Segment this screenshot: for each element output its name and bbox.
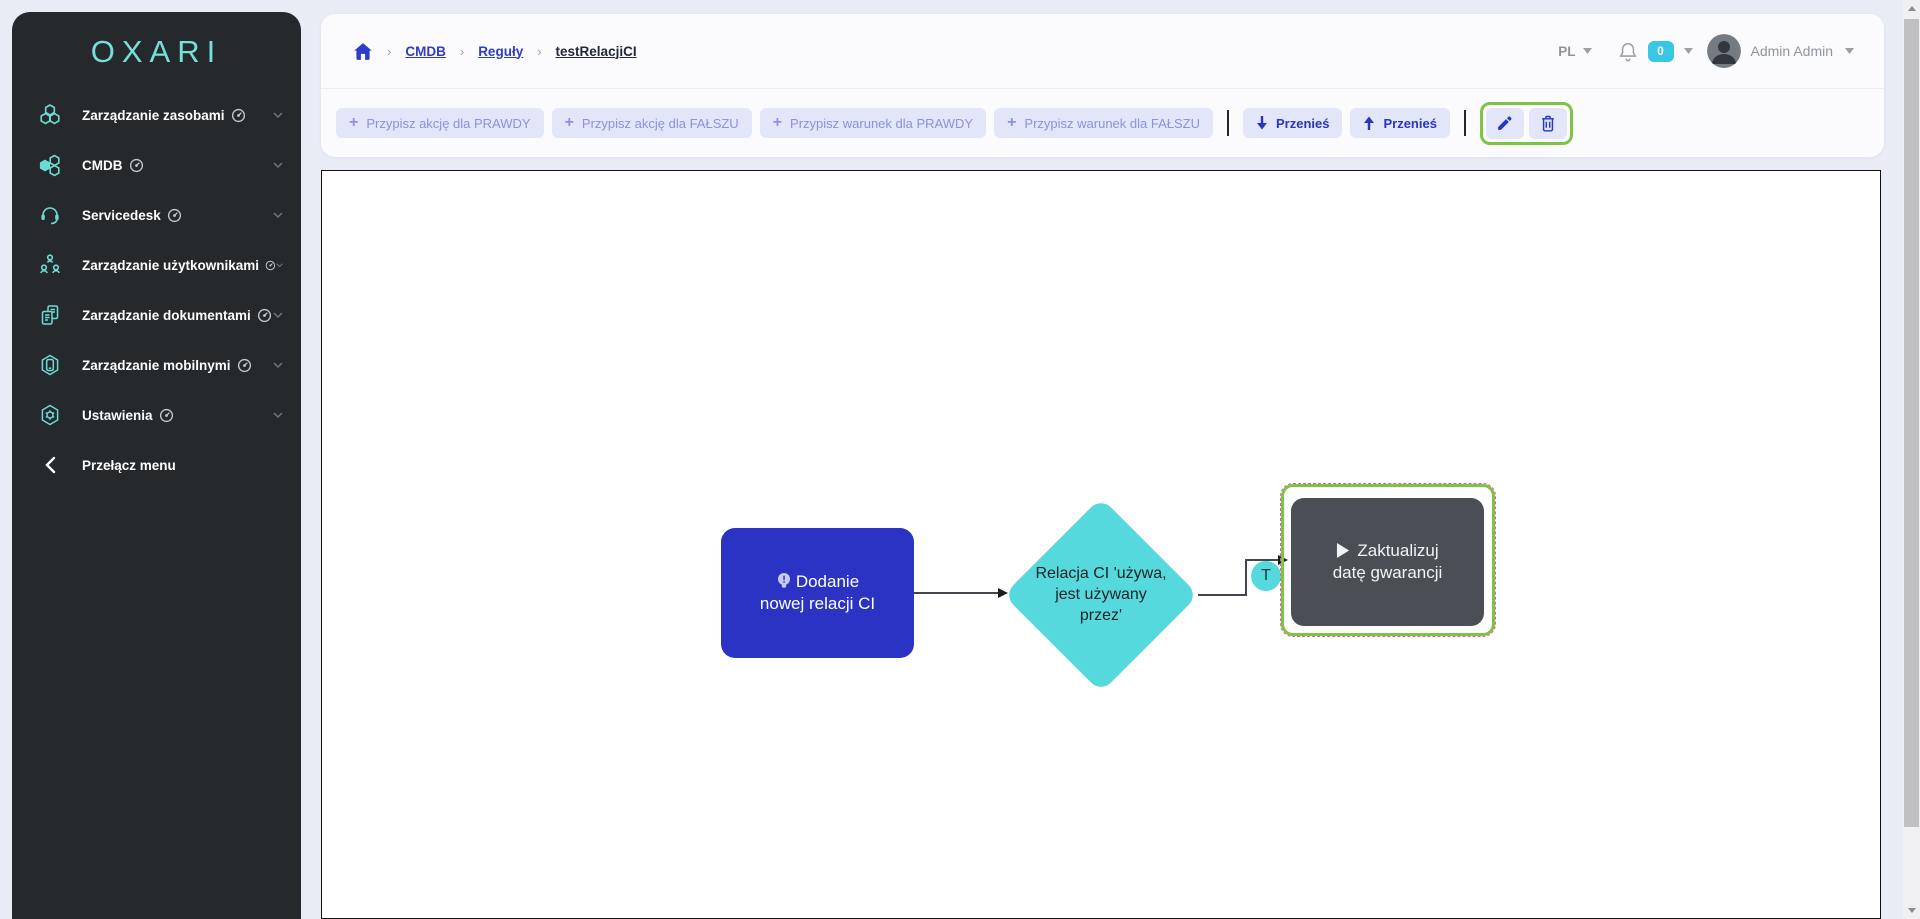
chevron-down-icon [276,262,283,269]
user-name[interactable]: Admin Admin [1751,43,1833,59]
button-label: Przypisz warunek dla PRAWDY [790,116,973,131]
arrow-up-icon [1363,116,1375,130]
chevron-left-icon [38,453,62,477]
sidebar-item-zarzadzanie-zasobami[interactable]: Zarządzanie zasobami [12,90,301,140]
notifications-bell-icon[interactable] [1618,41,1638,62]
arrow-down-icon [1256,116,1268,130]
button-label: Przypisz akcję dla FAŁSZU [582,116,739,131]
move-down-button[interactable]: Przenieś [1243,108,1342,138]
language-selector[interactable]: PL [1558,44,1591,59]
button-label: Przenieś [1383,116,1436,131]
sidebar-item-zarzadzanie-dokumentami[interactable]: Zarządzanie dokumentami [12,290,301,340]
header-card: › CMDB › Reguły › testRelacjiCI PL 0 Adm… [321,14,1884,157]
button-label: Przenieś [1276,116,1329,131]
scrollbar-down-icon[interactable] [1903,902,1920,919]
sidebar-item-zarzadzanie-mobilnymi[interactable]: Zarządzanie mobilnymi [12,340,301,390]
mobile-icon [38,353,62,377]
pencil-icon [1496,115,1513,132]
assign-action-false-button[interactable]: + Przypisz akcję dla FAŁSZU [552,108,752,138]
chevron-down-icon [273,212,283,219]
button-label: Przypisz akcję dla PRAWDY [366,116,530,131]
assign-condition-false-button[interactable]: + Przypisz warunek dla FAŁSZU [994,108,1213,138]
selected-element-actions-highlight [1480,102,1573,145]
sidebar: OXARI Zarządzanie zasobami CMDB [12,12,301,919]
notification-count-badge[interactable]: 0 [1648,41,1674,62]
plus-icon: + [349,115,358,131]
action-node[interactable]: Zaktualizuj datę gwarancji [1291,498,1484,626]
sidebar-item-zarzadzanie-uzytkownikami[interactable]: Zarządzanie użytkownikami [12,240,301,290]
chevron-down-icon [273,362,283,369]
toolbar-divider [1227,110,1229,136]
gauge-icon [231,108,246,123]
trigger-label: nowej relacji CI [760,594,875,613]
chevron-down-icon [273,112,283,119]
plus-icon: + [773,115,782,131]
sidebar-item-label: Zarządzanie użytkownikami [82,258,259,273]
sidebar-item-label: Servicedesk [82,208,161,223]
bulb-icon [776,572,792,590]
gauge-icon [129,158,144,173]
plus-icon: + [565,115,574,131]
users-icon [38,253,62,277]
sidebar-item-label: Zarządzanie mobilnymi [82,358,231,373]
sidebar-toggle-menu[interactable]: Przełącz menu [12,440,301,490]
sidebar-toggle-label: Przełącz menu [82,458,176,473]
sidebar-item-label: Ustawienia [82,408,153,423]
trigger-label: Dodanie [796,572,859,591]
trash-icon [1540,115,1556,132]
sidebar-item-label: CMDB [82,158,123,173]
gauge-icon [237,358,252,373]
gauge-icon [265,258,276,273]
button-label: Przypisz warunek dla FAŁSZU [1024,116,1200,131]
language-label: PL [1558,44,1575,59]
chevron-down-icon[interactable] [1845,48,1854,54]
rule-flow-canvas[interactable]: Dodanie nowej relacji CI Relacja CI 'uży… [321,170,1881,919]
action-label: Zaktualizuj [1357,541,1438,560]
assign-condition-true-button[interactable]: + Przypisz warunek dla PRAWDY [760,108,986,138]
chevron-down-icon[interactable] [1684,48,1693,54]
sidebar-nav: Zarządzanie zasobami CMDB [12,90,301,490]
scrollbar-up-icon[interactable] [1903,0,1920,17]
breadcrumb-link-reguly[interactable]: Reguły [478,44,523,59]
breadcrumb-separator: › [537,44,541,59]
assets-icon [38,103,62,127]
trigger-node[interactable]: Dodanie nowej relacji CI [721,528,914,658]
sidebar-item-cmdb[interactable]: CMDB [12,140,301,190]
settings-icon [38,403,62,427]
documents-icon [38,303,62,327]
rule-toolbar: + Przypisz akcję dla PRAWDY + Przypisz a… [321,88,1884,157]
play-icon [1336,543,1351,558]
home-icon[interactable] [353,42,373,61]
gauge-icon [159,408,174,423]
sidebar-item-label: Zarządzanie dokumentami [82,308,251,323]
action-label: datę gwarancji [1333,563,1443,582]
page-scrollbar[interactable] [1903,0,1920,919]
breadcrumb-current[interactable]: testRelacjiCI [556,44,637,59]
delete-button[interactable] [1529,108,1567,139]
chevron-down-icon [273,162,283,169]
oxari-logo: OXARI [12,12,301,82]
edge-true-badge[interactable]: T [1251,561,1281,591]
assign-action-true-button[interactable]: + Przypisz akcję dla PRAWDY [336,108,544,138]
breadcrumb-separator: › [387,44,391,59]
move-up-button[interactable]: Przenieś [1350,108,1449,138]
cmdb-icon [38,153,62,177]
gauge-icon [167,208,182,223]
sidebar-item-label: Zarządzanie zasobami [82,108,225,123]
plus-icon: + [1007,115,1016,131]
sidebar-item-ustawienia[interactable]: Ustawienia [12,390,301,440]
scrollbar-thumb[interactable] [1904,19,1919,827]
chevron-down-icon [273,412,283,419]
breadcrumb: › CMDB › Reguły › testRelacjiCI PL 0 Adm… [321,14,1884,88]
avatar[interactable] [1707,34,1741,68]
breadcrumb-link-cmdb[interactable]: CMDB [405,44,446,59]
toolbar-divider [1464,110,1466,136]
chevron-down-icon [273,312,283,319]
servicedesk-icon [38,203,62,227]
gauge-icon [257,308,272,323]
edit-button[interactable] [1486,108,1524,139]
breadcrumb-separator: › [460,44,464,59]
sidebar-item-servicedesk[interactable]: Servicedesk [12,190,301,240]
chevron-down-icon [1583,48,1592,54]
